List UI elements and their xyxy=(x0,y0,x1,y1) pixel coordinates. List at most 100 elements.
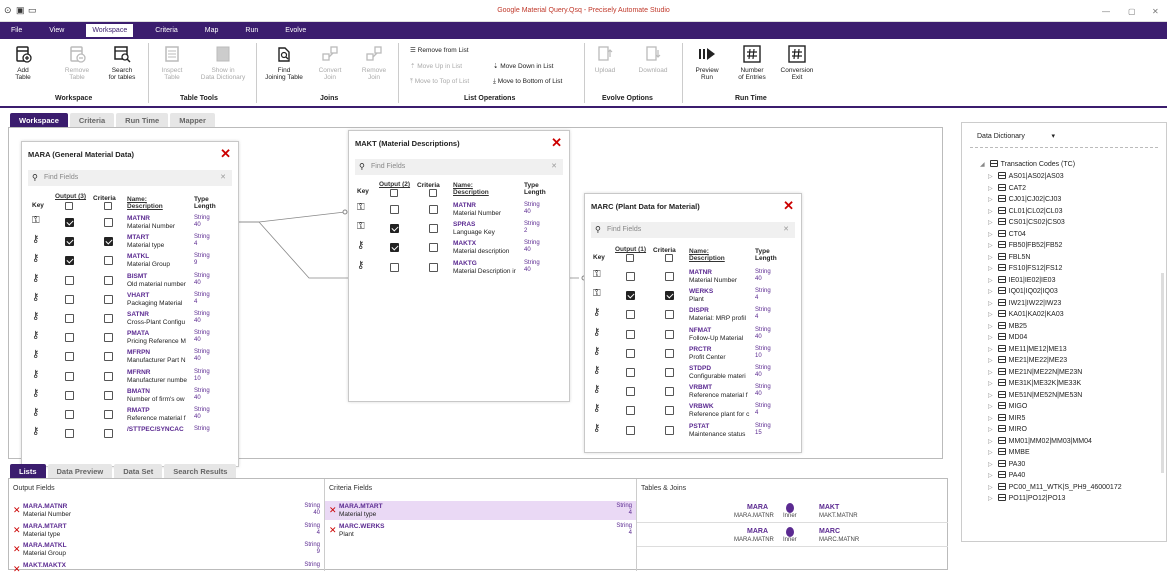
output-all-checkbox[interactable] xyxy=(626,254,634,262)
menu-evolve[interactable]: Evolve xyxy=(280,25,311,36)
remove-table-button[interactable]: Remove Table xyxy=(60,45,94,81)
move-bottom-button[interactable]: ⤓ Move to Bottom of List xyxy=(493,78,562,86)
find-fields-input[interactable]: ⚲ Find Fields ✕ xyxy=(591,222,795,238)
output-checkbox[interactable] xyxy=(390,224,399,234)
inspect-table-button[interactable]: Inspect Table xyxy=(155,45,189,81)
output-checkbox[interactable] xyxy=(65,371,74,381)
list-item[interactable]: ✕ MAKT.MAKTX String xyxy=(9,560,324,579)
maximize-icon[interactable]: ▢ xyxy=(1128,7,1136,16)
field-row[interactable]: ⚿ SPRAS Language Key String 2 xyxy=(349,221,569,240)
output-checkbox[interactable] xyxy=(65,390,74,400)
convert-join-button[interactable]: Convert Join xyxy=(313,45,347,81)
output-checkbox[interactable] xyxy=(626,310,635,320)
field-row[interactable]: ⚷ RMATP Reference material f String 40 xyxy=(22,407,238,426)
field-row[interactable]: ⚷ SATNR Cross-Plant Configu String 40 xyxy=(22,311,238,330)
dictionary-selector[interactable]: Data Dictionary ▾ xyxy=(971,129,1067,144)
field-row[interactable]: ⚷ PSTAT Maintenance status String 15 xyxy=(585,423,801,442)
remove-from-list-button[interactable]: ☰ Remove from List xyxy=(410,46,469,54)
field-row[interactable]: ⚷ NFMAT Follow-Up Material String 40 xyxy=(585,327,801,346)
close-panel-icon[interactable]: ✕ xyxy=(783,198,794,214)
field-row[interactable]: ⚷ VRBWK Reference plant for c String 4 xyxy=(585,403,801,422)
output-checkbox[interactable] xyxy=(626,272,635,281)
criteria-checkbox[interactable] xyxy=(104,410,113,419)
output-checkbox[interactable] xyxy=(626,387,635,397)
tree-root[interactable]: ◢ Transaction Codes (TC) xyxy=(980,160,1075,168)
field-row[interactable]: ⚷ MAKTG Material Description ir String 40 xyxy=(349,260,569,279)
join-row[interactable]: MARA MARA.MATNR Inner MAKT MAKT.MATNR xyxy=(637,501,948,523)
tab-workspace[interactable]: Workspace xyxy=(10,113,68,128)
move-up-button[interactable]: ⇡ Move Up in List xyxy=(410,62,462,70)
upload-button[interactable]: Upload xyxy=(590,45,620,74)
criteria-checkbox[interactable] xyxy=(429,243,438,253)
tree-item[interactable]: ▷ PO11|PO12|PO13 xyxy=(988,494,1065,502)
output-checkbox[interactable] xyxy=(65,256,74,266)
output-checkbox[interactable] xyxy=(626,291,635,301)
remove-item-icon[interactable]: ✕ xyxy=(329,505,337,516)
close-icon[interactable]: ✕ xyxy=(1152,7,1159,16)
tree-item[interactable]: ▷ FBL5N xyxy=(988,252,1030,261)
field-row[interactable]: ⚷ MTART Material type String 4 xyxy=(22,234,238,253)
criteria-all-checkbox[interactable] xyxy=(104,202,112,210)
criteria-checkbox[interactable] xyxy=(104,275,113,285)
close-panel-icon[interactable]: ✕ xyxy=(220,146,231,162)
download-button[interactable]: Download xyxy=(634,45,672,74)
field-row[interactable]: ⚷ PMATA Pricing Reference M String 40 xyxy=(22,330,238,349)
field-row[interactable]: ⚷ MFRNR Manufacturer numbe String 10 xyxy=(22,369,238,388)
tree-item[interactable]: ▷ CAT2 xyxy=(988,183,1026,192)
list-item[interactable]: ✕ MARA.MTART Material type String 4 xyxy=(325,501,636,520)
tree-item[interactable]: ▷ ME51N|ME52N|ME53N xyxy=(988,390,1082,399)
field-row[interactable]: ⚷ /STTPEC/SYNCAC String xyxy=(22,426,238,445)
output-checkbox[interactable] xyxy=(626,348,635,358)
tree-item[interactable]: ▷ MMBE xyxy=(988,448,1030,456)
criteria-checkbox[interactable] xyxy=(665,348,674,358)
move-top-button[interactable]: ⤒ Move to Top of List xyxy=(410,78,469,86)
output-checkbox[interactable] xyxy=(65,333,74,343)
output-checkbox[interactable] xyxy=(626,329,635,339)
tree-item[interactable]: ▷ ME31K|ME32K|ME33K xyxy=(988,379,1081,387)
criteria-checkbox[interactable] xyxy=(104,237,113,247)
tree-item[interactable]: ▷ KA01|KA02|KA03 xyxy=(988,310,1064,318)
remove-item-icon[interactable]: ✕ xyxy=(13,544,21,555)
criteria-checkbox[interactable] xyxy=(665,425,674,435)
criteria-checkbox[interactable] xyxy=(429,224,438,234)
tree-item[interactable]: ▷ CS01|CS02|CS03 xyxy=(988,218,1065,226)
menu-criteria[interactable]: Criteria xyxy=(150,25,183,36)
tab-criteria[interactable]: Criteria xyxy=(69,113,115,128)
field-row[interactable]: ⚷ BISMT Old material number String 40 xyxy=(22,273,238,292)
output-checkbox[interactable] xyxy=(626,406,635,416)
menu-workspace[interactable]: Workspace xyxy=(86,24,134,37)
field-row[interactable]: ⚿ MATNR Material Number String 40 xyxy=(22,215,238,234)
tree-item[interactable]: ▷ MM01|MM02|MM03|MM04 xyxy=(988,436,1092,445)
output-checkbox[interactable] xyxy=(65,294,74,304)
table-panel-marc[interactable]: MARC (Plant Data for Material) ✕ ⚲ Find F… xyxy=(584,193,802,453)
conversion-exit-button[interactable]: Conversion Exit xyxy=(776,45,818,81)
tree-item[interactable]: ▷ CT04 xyxy=(988,229,1026,238)
remove-item-icon[interactable]: ✕ xyxy=(329,525,337,536)
join-type-icon[interactable] xyxy=(786,503,794,513)
criteria-checkbox[interactable] xyxy=(665,310,674,320)
output-checkbox[interactable] xyxy=(65,237,74,247)
field-row[interactable]: ⚷ BMATN Number of firm's ow String 40 xyxy=(22,388,238,407)
preview-run-button[interactable]: Preview Run xyxy=(690,45,724,81)
number-entries-button[interactable]: Number of Entries xyxy=(734,45,770,81)
close-panel-icon[interactable]: ✕ xyxy=(551,135,562,151)
tree-item[interactable]: ▷ MB25 xyxy=(988,321,1027,330)
show-dd-button[interactable]: Show in Data Dictionary xyxy=(196,45,250,81)
criteria-checkbox[interactable] xyxy=(665,291,674,301)
table-panel-makt[interactable]: MAKT (Material Descriptions) ✕ ⚲ Find Fie… xyxy=(348,130,570,402)
criteria-checkbox[interactable] xyxy=(665,272,674,281)
find-fields-input[interactable]: ⚲ Find Fields ✕ xyxy=(355,159,563,175)
list-item[interactable]: ✕ MARC.WERKS Plant String 4 xyxy=(325,521,636,540)
tree-item[interactable]: ▷ IQ01|IQ02|IQ03 xyxy=(988,287,1058,295)
output-checkbox[interactable] xyxy=(626,368,635,377)
join-row[interactable]: MARA MARA.MATNR Inner MARC MARC.MATNR xyxy=(637,525,948,547)
tree-item[interactable]: ▷ ME11|ME12|ME13 xyxy=(988,344,1067,353)
tree-item[interactable]: ▷ IE01|IE02|IE03 xyxy=(988,275,1055,284)
field-row[interactable]: ⚿ WERKS Plant String 4 xyxy=(585,288,801,307)
list-item[interactable]: ✕ MARA.MATKL Material Group String 9 xyxy=(9,540,324,559)
tree-item[interactable]: ▷ CL01|CL02|CL03 xyxy=(988,206,1062,215)
tree-item[interactable]: ▷ PA30 xyxy=(988,459,1025,468)
menu-run[interactable]: Run xyxy=(240,25,263,36)
output-checkbox[interactable] xyxy=(65,410,74,419)
output-checkbox[interactable] xyxy=(626,425,635,435)
